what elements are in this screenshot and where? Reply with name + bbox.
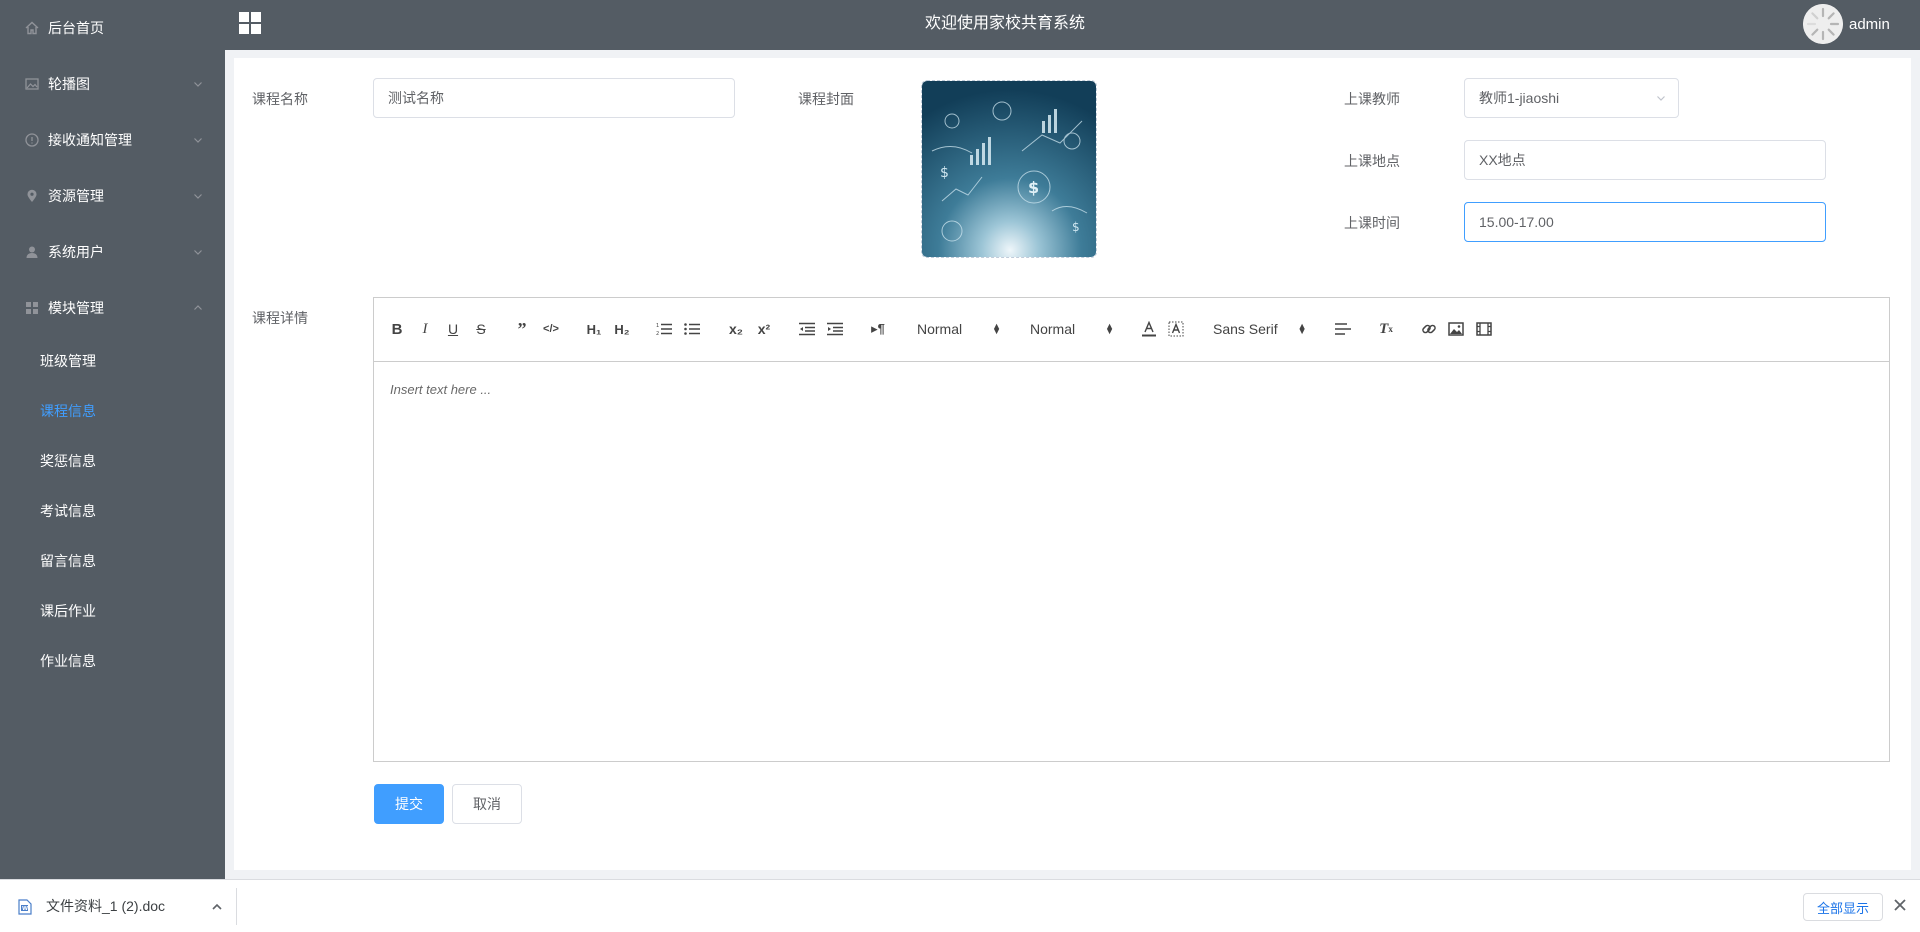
editor-toolbar: B I U S ” </> H₁ H₂ 12 x₂ x² ▸¶ Normal ▲… [374, 298, 1889, 362]
size-picker[interactable]: Normal ▲ ▼ [1030, 320, 1114, 338]
show-all-button[interactable]: 全部显示 [1803, 893, 1883, 921]
chevron-down-icon [194, 82, 202, 87]
ordered-list-icon[interactable]: 12 [655, 320, 673, 338]
close-icon[interactable] [1892, 897, 1908, 913]
course-name-input[interactable]: 测试名称 [373, 78, 735, 118]
video-icon[interactable] [1475, 320, 1493, 338]
sidebar-subitem-homework[interactable]: 课后作业 [0, 586, 225, 636]
text-direction-icon[interactable]: ▸¶ [869, 320, 887, 338]
sidebar-subitem-homework-info[interactable]: 作业信息 [0, 636, 225, 686]
cover-upload[interactable]: $ $ $ [921, 80, 1097, 258]
cancel-button[interactable]: 取消 [452, 784, 522, 824]
size-picker-value: Normal [1030, 321, 1076, 337]
sidebar-item-notice[interactable]: 接收通知管理 [0, 112, 225, 168]
picture-icon [24, 76, 40, 92]
chevron-up-icon [194, 305, 202, 310]
header-picker[interactable]: Normal ▲ ▼ [917, 320, 1001, 338]
sidebar-subitem-class[interactable]: 班级管理 [0, 336, 225, 386]
sidebar-item-label: 轮播图 [48, 76, 90, 92]
indent-icon[interactable] [826, 320, 844, 338]
link-icon[interactable] [1420, 320, 1438, 338]
sidebar-item-label: 接收通知管理 [48, 132, 132, 148]
top-header: 欢迎使用家校共育系统 admin [225, 0, 1920, 50]
submit-button[interactable]: 提交 [374, 784, 444, 824]
teacher-label: 上课教师 [1344, 91, 1400, 107]
user-icon [24, 244, 40, 260]
sidebar-item-home[interactable]: 后台首页 [0, 0, 225, 56]
rich-text-editor: B I U S ” </> H₁ H₂ 12 x₂ x² ▸¶ Normal ▲… [373, 297, 1890, 762]
updown-icon: ▲ ▼ [1105, 321, 1115, 336]
heading2-icon[interactable]: H₂ [612, 320, 632, 338]
chevron-down-icon [194, 138, 202, 143]
sidebar-subitem-exams[interactable]: 考试信息 [0, 486, 225, 536]
cover-label: 课程封面 [798, 91, 854, 107]
chevron-down-icon [194, 194, 202, 199]
heading1-icon[interactable]: H₁ [584, 320, 604, 338]
menu-icon [24, 300, 40, 316]
sidebar-item-carousel[interactable]: 轮播图 [0, 56, 225, 112]
svg-text:$: $ [1028, 178, 1039, 197]
svg-text:1: 1 [656, 323, 659, 329]
chevron-down-icon [1657, 96, 1665, 101]
sidebar: 后台首页 轮播图 接收通知管理 资源管理 系统用户 模块管理 班级管理 课程信息… [0, 0, 225, 879]
sidebar-subitem-rewards[interactable]: 奖惩信息 [0, 436, 225, 486]
cover-image: $ $ $ [922, 81, 1096, 257]
download-separator [236, 888, 237, 925]
sidebar-item-label: 资源管理 [48, 188, 104, 204]
updown-icon: ▲ ▼ [1297, 321, 1307, 336]
home-icon [24, 20, 40, 36]
header-picker-value: Normal [917, 321, 963, 337]
avatar[interactable] [1803, 4, 1843, 44]
location-input[interactable]: XX地点 [1464, 140, 1826, 180]
code-block-icon[interactable]: </> [542, 320, 560, 338]
font-picker[interactable]: Sans Serif ▲ ▼ [1213, 320, 1307, 338]
blockquote-icon[interactable]: ” [514, 319, 530, 339]
italic-icon[interactable]: I [417, 320, 433, 338]
sidebar-subitem-course[interactable]: 课程信息 [0, 386, 225, 436]
svg-text:2: 2 [656, 331, 659, 336]
download-bar: W 文件资料_1 (2).doc 全部显示 [0, 879, 1920, 932]
svg-text:$: $ [1072, 220, 1080, 234]
font-color-icon[interactable] [1141, 320, 1157, 338]
sidebar-item-label: 系统用户 [48, 244, 104, 260]
editor-body[interactable]: Insert text here ... [390, 382, 491, 397]
align-icon[interactable] [1334, 320, 1352, 338]
details-label: 课程详情 [252, 310, 308, 326]
svg-text:W: W [22, 906, 28, 912]
sidebar-item-label: 后台首页 [48, 20, 104, 36]
underline-icon[interactable]: U [445, 320, 461, 338]
svg-text:$: $ [940, 165, 949, 181]
chevron-down-icon [194, 250, 202, 255]
bold-icon[interactable]: B [389, 320, 405, 338]
sidebar-subitem-messages[interactable]: 留言信息 [0, 536, 225, 586]
bullet-list-icon[interactable] [683, 320, 701, 338]
updown-icon: ▲ ▼ [992, 321, 1002, 336]
location-icon [24, 188, 40, 204]
time-input[interactable]: 15.00-17.00 [1464, 202, 1826, 242]
page-title: 欢迎使用家校共育系统 [924, 15, 1085, 32]
background-color-icon[interactable] [1167, 320, 1185, 338]
subscript-icon[interactable]: x₂ [727, 320, 745, 338]
user-name[interactable]: admin [1849, 0, 1890, 50]
sidebar-item-label: 模块管理 [48, 300, 104, 316]
strike-icon[interactable]: S [473, 320, 489, 338]
image-icon[interactable] [1447, 320, 1465, 338]
clear-format-icon[interactable]: Tx [1377, 320, 1395, 338]
sidebar-item-modules[interactable]: 模块管理 [0, 280, 225, 336]
sidebar-item-users[interactable]: 系统用户 [0, 224, 225, 280]
time-label: 上课时间 [1344, 215, 1400, 231]
word-doc-icon: W [18, 898, 32, 915]
teacher-select[interactable]: 教师1-jiaoshi [1464, 78, 1679, 118]
superscript-icon[interactable]: x² [755, 320, 773, 338]
font-picker-value: Sans Serif [1213, 321, 1278, 337]
chevron-up-icon[interactable] [211, 901, 223, 913]
download-item[interactable]: W 文件资料_1 (2).doc [18, 880, 223, 932]
teacher-select-value: 教师1-jiaoshi [1479, 90, 1560, 106]
download-file-name: 文件资料_1 (2).doc [46, 898, 166, 914]
location-label: 上课地点 [1344, 153, 1400, 169]
info-icon [24, 132, 40, 148]
sidebar-item-resources[interactable]: 资源管理 [0, 168, 225, 224]
outdent-icon[interactable] [798, 320, 816, 338]
course-name-label: 课程名称 [252, 91, 308, 107]
